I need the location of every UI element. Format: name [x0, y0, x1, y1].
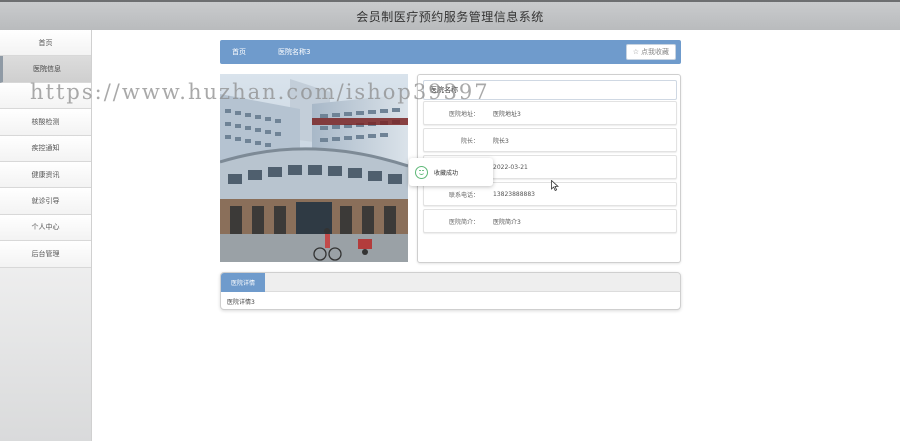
info-value: 医院地址3: [493, 110, 521, 118]
top-header: 会员制医疗预约服务管理信息系统: [0, 0, 900, 30]
favorite-button-label: 点我收藏: [641, 48, 669, 56]
sidebar-item-health-news[interactable]: 健康资讯: [0, 161, 91, 189]
info-label: 医院地址：: [448, 110, 479, 118]
favorite-button[interactable]: ☆ 点我收藏: [625, 44, 676, 60]
info-row-intro: 医院简介： 医院简介3: [423, 209, 677, 233]
sidebar-item-hospital-info[interactable]: 医院信息: [0, 56, 91, 83]
star-icon: ☆: [632, 48, 639, 56]
toast-message: 收藏成功: [434, 169, 459, 177]
info-value: 13823888883: [493, 190, 535, 198]
hospital-building-image: [220, 74, 408, 262]
info-label: 联系电话：: [448, 191, 479, 199]
site-title: 会员制医疗预约服务管理信息系统: [356, 9, 544, 24]
sidebar-item-cdc-notice[interactable]: 疾控通知: [0, 135, 91, 162]
info-row-address: 医院地址： 医院地址3: [423, 101, 677, 125]
info-heading: 医院名称: [423, 80, 677, 100]
sidebar-item-admin[interactable]: 后台管理: [0, 241, 91, 268]
info-value: 2022-03-21: [493, 163, 528, 171]
hospital-photo: [220, 74, 408, 262]
breadcrumb: 首页 医院名称3 ☆ 点我收藏: [220, 40, 681, 64]
sidebar-item-hidden[interactable]: [0, 82, 91, 110]
info-label: 医院简介：: [448, 218, 479, 226]
breadcrumb-current: 医院名称3: [278, 48, 311, 56]
sidebar-item-personal-center[interactable]: 个人中心: [0, 214, 91, 242]
info-value: 医院简介3: [493, 218, 521, 226]
success-toast: 收藏成功: [409, 158, 493, 186]
detail-tab-bar: 医院详情: [221, 273, 680, 292]
breadcrumb-home-link[interactable]: 首页: [232, 47, 246, 57]
sidebar-item-home[interactable]: 首页: [0, 30, 91, 57]
detail-content: 医院详情3: [227, 299, 255, 306]
info-value: 院长3: [493, 137, 509, 145]
info-row-director: 院长： 院长3: [423, 128, 677, 152]
mouse-cursor-icon: [551, 180, 559, 191]
sidebar-item-nucleic-test[interactable]: 核酸检测: [0, 109, 91, 136]
sidebar-item-visit-guide[interactable]: 就诊引导: [0, 188, 91, 215]
tab-hospital-detail[interactable]: 医院详情: [221, 273, 265, 292]
smile-icon: [415, 165, 428, 179]
info-label: 院长：: [460, 137, 479, 145]
hospital-detail-panel: 医院详情 医院详情3: [220, 272, 681, 310]
sidebar-nav: 首页 医院信息 核酸检测 疾控通知 健康资讯 就诊引导 个人中心 后台管理: [0, 30, 92, 441]
